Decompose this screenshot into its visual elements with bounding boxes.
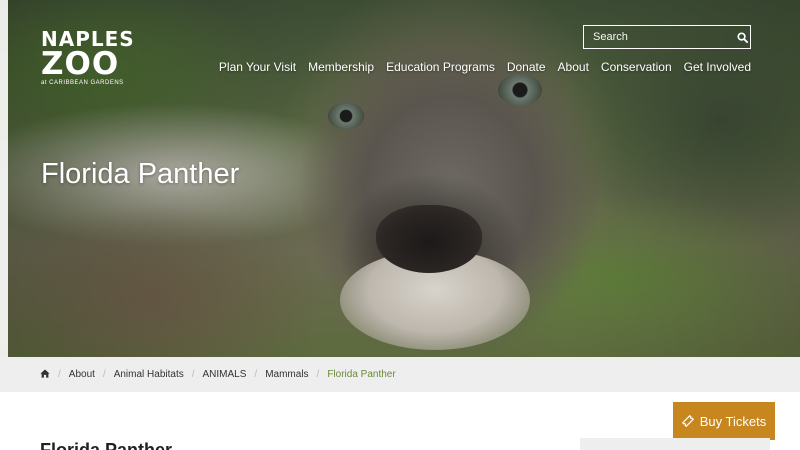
search-button[interactable] [735, 26, 750, 48]
breadcrumb-about[interactable]: About [69, 369, 95, 380]
logo-line3: at CARIBBEAN GARDENS [41, 80, 124, 86]
search-box [583, 25, 751, 49]
hero-banner: NAPLES ZOO at CARIBBEAN GARDENS Plan You… [0, 0, 800, 357]
page-title: Florida Panther [41, 158, 240, 190]
main-nav: Plan Your Visit Membership Education Pro… [219, 60, 751, 74]
breadcrumb-separator: / [191, 369, 195, 380]
search-icon [737, 31, 748, 43]
nav-conservation[interactable]: Conservation [601, 60, 672, 74]
breadcrumb-mammals[interactable]: Mammals [265, 369, 308, 380]
search-input[interactable] [584, 26, 735, 48]
logo-line2: ZOO [41, 46, 120, 82]
nav-membership[interactable]: Membership [308, 60, 374, 74]
nav-get-involved[interactable]: Get Involved [684, 60, 751, 74]
breadcrumb-animal-habitats[interactable]: Animal Habitats [114, 369, 184, 380]
nav-donate[interactable]: Donate [507, 60, 546, 74]
breadcrumb-separator: / [58, 369, 61, 380]
ticket-icon [681, 415, 694, 427]
breadcrumb-animals[interactable]: ANIMALS [203, 369, 247, 380]
nav-plan-your-visit[interactable]: Plan Your Visit [219, 60, 296, 74]
breadcrumb-current: Florida Panther [327, 369, 396, 380]
sidebar-panel [580, 438, 770, 450]
buy-tickets-label: Buy Tickets [699, 413, 767, 429]
nav-about[interactable]: About [558, 60, 589, 74]
breadcrumb-separator: / [316, 369, 320, 380]
breadcrumb: / About / Animal Habitats / ANIMALS / Ma… [0, 357, 800, 392]
hero-left-edge [0, 0, 8, 357]
breadcrumb-home[interactable] [40, 369, 50, 381]
content-title: Florida Panther [40, 440, 173, 450]
nav-education-programs[interactable]: Education Programs [386, 60, 495, 74]
breadcrumb-separator: / [102, 369, 106, 380]
buy-tickets-button[interactable]: Buy Tickets [673, 402, 775, 440]
zoo-logo[interactable]: NAPLES ZOO at CARIBBEAN GARDENS [41, 29, 134, 87]
breadcrumb-separator: / [254, 369, 258, 380]
home-icon [40, 369, 50, 378]
